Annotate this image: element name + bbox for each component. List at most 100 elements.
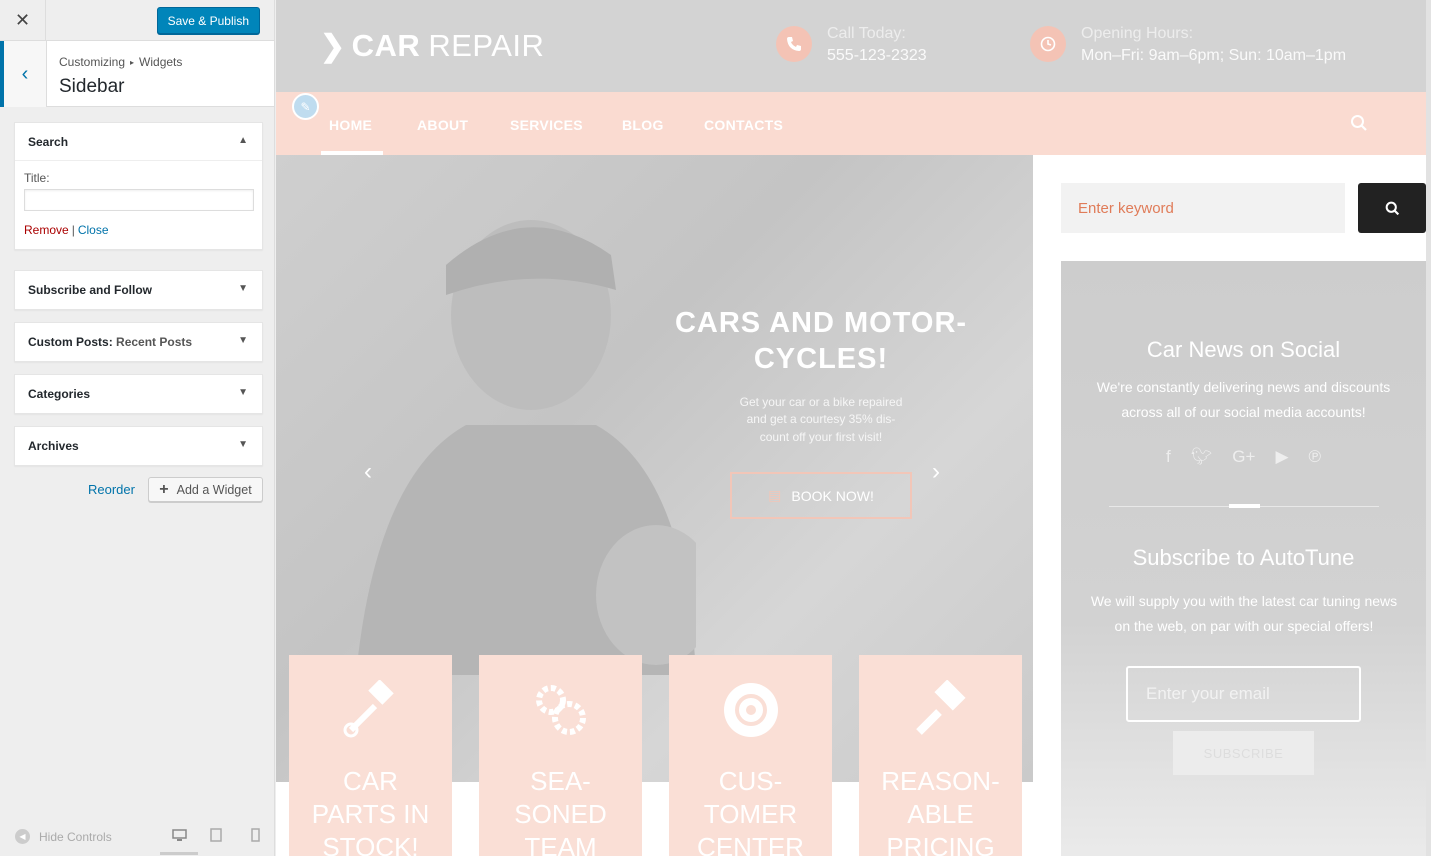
feature-text: CUS- TOMER CENTER xyxy=(669,765,832,856)
close-icon[interactable]: ✕ xyxy=(0,0,46,41)
close-link[interactable]: Close xyxy=(78,223,109,237)
social-news-title: Car News on Social xyxy=(1146,337,1341,362)
widget-subscribe-follow: Subscribe and Follow ▼ xyxy=(14,270,263,310)
feature-line: STOCK! xyxy=(322,832,419,856)
paint-brush-icon xyxy=(859,655,1022,765)
widget-title: Subscribe and Follow xyxy=(28,283,153,297)
reorder-link[interactable]: Reorder xyxy=(88,482,135,497)
logo-chevron-icon: ❯ xyxy=(320,29,346,63)
hours-label: Opening Hours: xyxy=(1081,25,1194,42)
email-field[interactable]: Enter your email xyxy=(1126,666,1361,722)
clock-icon xyxy=(1030,26,1066,62)
chevron-down-icon: ▼ xyxy=(238,283,248,294)
chevron-down-icon: ▼ xyxy=(238,335,248,346)
subscribe-title: Subscribe to AutoTune xyxy=(1132,545,1355,570)
hero-title-line: CYCLES! xyxy=(753,343,889,376)
slider-prev-icon[interactable]: ‹ xyxy=(364,458,372,486)
plus-icon: + xyxy=(159,480,169,498)
title-field[interactable] xyxy=(24,189,254,211)
site-logo[interactable]: ❯ CAR REPAIR xyxy=(320,28,544,64)
slider-next-icon[interactable]: › xyxy=(932,458,940,486)
sidebar-widgets: Car News on Social We're constantly deli… xyxy=(1061,261,1426,856)
contact-hours: Opening Hours: Mon–Fri: 9am–6pm; Sun: 10… xyxy=(1030,24,1346,65)
hero-mechanic-image xyxy=(356,220,696,675)
widget-archives: Archives ▼ xyxy=(14,426,263,466)
nav-item-blog[interactable]: BLOG xyxy=(622,117,664,133)
book-icon: ▤ xyxy=(768,487,782,503)
collapse-icon: ◀ xyxy=(15,829,30,844)
feature-text: CAR PARTS IN STOCK! xyxy=(289,765,452,856)
save-publish-button[interactable]: Save & Publish xyxy=(156,7,260,34)
chevron-down-icon: ▼ xyxy=(238,387,248,398)
hide-controls-button[interactable]: ◀ Hide Controls xyxy=(15,829,112,844)
hero-title-line: CARS AND MOTOR- xyxy=(674,307,968,339)
widget-subtitle: Recent Posts xyxy=(116,335,193,349)
breadcrumb-separator-icon: ▸ xyxy=(130,58,135,67)
hours-value: Mon–Fri: 9am–6pm; Sun: 10am–1pm xyxy=(1081,47,1347,65)
feature-line: TEAM xyxy=(524,832,597,856)
twitter-icon[interactable]: 🐦︎ xyxy=(1191,447,1213,467)
feature-line: CUS- xyxy=(718,766,783,796)
pinterest-icon[interactable]: ℗ xyxy=(1309,447,1322,467)
actions-separator: | xyxy=(71,223,75,237)
phone-icon xyxy=(776,26,812,62)
call-value: 555-123-2323 xyxy=(827,47,927,65)
widget-categories-header[interactable]: Categories ▼ xyxy=(15,375,262,413)
subscribe-button[interactable]: SUBSCRIBE xyxy=(1173,731,1314,775)
widget-categories: Categories ▼ xyxy=(14,374,263,414)
widget-archives-header[interactable]: Archives ▼ xyxy=(15,427,262,465)
active-device-indicator xyxy=(160,852,198,855)
nav-item-about[interactable]: ABOUT xyxy=(417,117,468,133)
brake-disc-icon xyxy=(669,655,832,765)
feature-line: PRICING xyxy=(886,832,995,856)
hero-text: Get your car or a bike repaired and get … xyxy=(731,394,911,446)
title-label: Title: xyxy=(24,171,50,185)
site-preview: ❯ CAR REPAIR Call Today: 555-123-2323 Op… xyxy=(276,0,1426,856)
customizer-header: ✕ Save & Publish xyxy=(0,0,274,41)
feature-line: ABLE xyxy=(907,799,974,829)
search-icon[interactable] xyxy=(1358,183,1426,233)
gears-icon xyxy=(479,655,642,765)
book-now-label: BOOK NOW! xyxy=(791,487,874,504)
tablet-preview-icon[interactable] xyxy=(205,826,227,844)
youtube-icon[interactable]: ▶ xyxy=(1275,447,1288,467)
book-now-button[interactable]: ▤ BOOK NOW! xyxy=(730,472,912,519)
feature-card[interactable]: CUS- TOMER CENTER xyxy=(669,655,832,856)
add-widget-button[interactable]: + Add a Widget xyxy=(148,477,263,502)
sidebar-search-input[interactable]: Enter keyword xyxy=(1061,183,1345,233)
desktop-preview-icon[interactable] xyxy=(168,826,190,844)
hero-text-line: Get your car or a bike repaired xyxy=(739,395,903,409)
facebook-icon[interactable]: f xyxy=(1166,447,1171,467)
widget-actions: Remove | Close xyxy=(24,223,253,237)
section-header: ‹ Customizing ▸ Widgets Sidebar xyxy=(0,41,274,107)
subscribe-text: We will supply you with the latest car t… xyxy=(1079,589,1409,639)
nav-item-contacts[interactable]: CONTACTS xyxy=(704,117,783,133)
widget-search: Search ▲ Title: Remove | Close xyxy=(14,122,263,250)
widget-search-header[interactable]: Search ▲ xyxy=(15,123,262,161)
social-news-text: We're constantly delivering news and dis… xyxy=(1086,375,1401,425)
preview-scrollbar[interactable] xyxy=(1426,0,1431,856)
nav-item-home[interactable]: HOME xyxy=(329,117,372,133)
feature-line: CAR xyxy=(343,766,398,796)
widget-title: Categories xyxy=(28,387,91,401)
social-links: f 🐦︎ G+ ▶ ℗ xyxy=(1061,447,1426,467)
hero-text-line: count off your first visit! xyxy=(759,429,883,444)
mobile-preview-icon[interactable] xyxy=(244,826,266,844)
hero-title: CARS AND MOTOR- CYCLES! xyxy=(656,305,986,378)
edit-shortcut-pencil-icon[interactable]: ✎ xyxy=(292,93,319,120)
feature-card[interactable]: REASON- ABLE PRICING xyxy=(859,655,1022,856)
google-plus-icon[interactable]: G+ xyxy=(1232,447,1255,467)
back-icon[interactable]: ‹ xyxy=(0,41,47,107)
nav-item-services[interactable]: SERVICES xyxy=(510,117,583,133)
search-icon[interactable] xyxy=(1350,114,1368,137)
breadcrumb-child: Widgets xyxy=(139,55,183,69)
breadcrumb-root: Customizing xyxy=(59,55,126,69)
widget-subscribe-follow-header[interactable]: Subscribe and Follow ▼ xyxy=(15,271,262,309)
social-news-line: across all of our social media accounts! xyxy=(1121,404,1366,420)
feature-line: TOMER xyxy=(703,799,798,829)
feature-card[interactable]: CAR PARTS IN STOCK! xyxy=(289,655,452,856)
remove-link[interactable]: Remove xyxy=(24,223,69,237)
call-label: Call Today: xyxy=(827,25,906,42)
feature-card[interactable]: SEA- SONED TEAM xyxy=(479,655,642,856)
widget-custom-posts-header[interactable]: Custom Posts: Recent Posts ▼ xyxy=(15,323,262,361)
